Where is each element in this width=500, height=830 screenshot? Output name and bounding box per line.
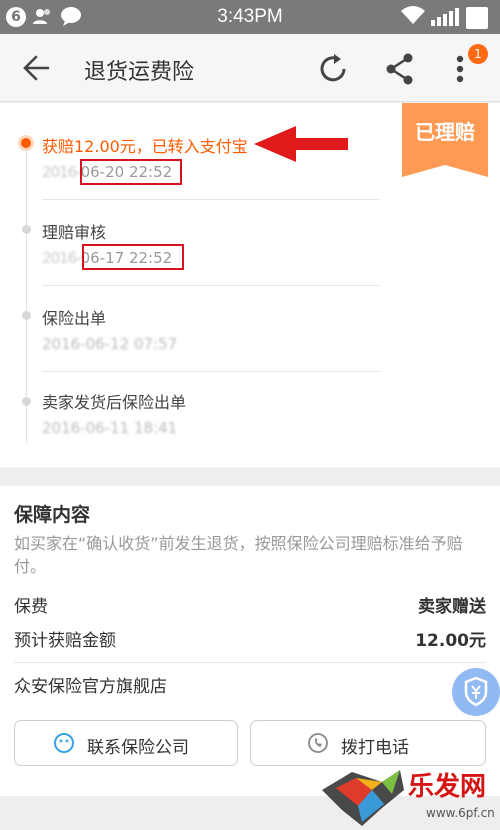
highlight-box — [80, 159, 182, 185]
red-arrow-annotation — [254, 126, 348, 162]
divider — [14, 662, 486, 663]
wifi-icon — [401, 6, 425, 25]
watermark-url: www.6pf.cn — [426, 806, 495, 820]
call-label: 拨打电话 — [341, 738, 409, 758]
timeline-date-issued: 2016-06-12 07:57 — [42, 335, 178, 353]
signal-icon — [431, 8, 459, 26]
timeline-dot-active — [18, 135, 34, 151]
insurer-store-name[interactable]: 众安保险官方旗舰店 — [14, 672, 167, 697]
chat-face-icon — [54, 733, 74, 753]
premium-label: 保费 — [14, 597, 48, 617]
timeline-date-shipped: 2016-06-11 18:41 — [42, 419, 178, 437]
share-icon[interactable] — [384, 52, 416, 86]
page-title: 退货运费险 — [84, 60, 195, 85]
expected-payout-value: 12.00元 — [415, 631, 486, 651]
timeline-dot — [22, 397, 31, 406]
refresh-icon[interactable] — [316, 52, 350, 86]
timeline-title-shipped: 卖家发货后保险出单 — [42, 393, 187, 412]
coverage-description: 如买家在“确认收货”前发生退货，按照保险公司理赔标准给予赔付。 — [14, 534, 463, 576]
status-bar: 6 3:43PM — [0, 0, 500, 34]
battery-icon — [466, 7, 488, 29]
divider — [42, 371, 380, 372]
back-arrow-icon[interactable] — [22, 54, 52, 82]
watermark-text: 乐发网 — [408, 772, 487, 802]
coverage-card: 保障内容 如买家在“确认收货”前发生退货，按照保险公司理赔标准给予赔付。 保费 … — [0, 486, 500, 796]
timeline-dot — [22, 225, 31, 234]
premium-value: 卖家赠送 — [418, 597, 486, 617]
timeline-title-paid: 获赔12.00元，已转入支付宝 — [42, 137, 248, 156]
phone-icon — [308, 733, 328, 753]
timeline-dot — [22, 311, 31, 320]
app-header: 退货运费险 1 — [0, 34, 500, 102]
divider — [42, 285, 380, 286]
claimed-status-label: 已理赔 — [415, 120, 475, 144]
shield-yuan-icon — [464, 676, 488, 707]
highlight-box — [82, 244, 184, 270]
more-notification-badge: 1 — [468, 44, 488, 64]
status-time: 3:43PM — [217, 6, 283, 27]
timeline-title-issued: 保险出单 — [42, 309, 107, 328]
floating-shield-button[interactable] — [452, 668, 500, 716]
timeline-title-review: 理赔审核 — [42, 223, 107, 242]
expected-payout-label: 预计获赔金额 — [14, 631, 116, 651]
more-vertical-icon[interactable] — [455, 54, 465, 84]
contact-insurer-label: 联系保险公司 — [87, 738, 189, 758]
divider — [42, 199, 380, 200]
coverage-title: 保障内容 — [14, 504, 91, 526]
contact-insurer-button[interactable]: 联系保险公司 — [14, 720, 238, 766]
